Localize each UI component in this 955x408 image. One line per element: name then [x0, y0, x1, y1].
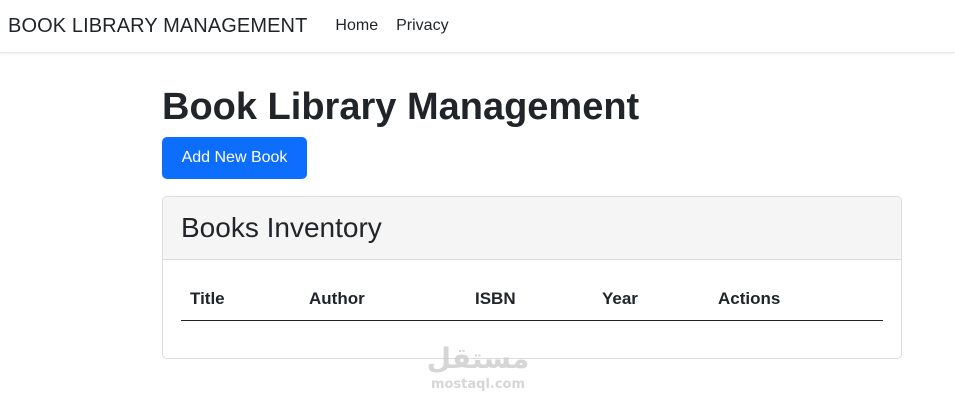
column-header-year: Year: [602, 282, 718, 321]
column-header-isbn: ISBN: [475, 282, 602, 321]
books-inventory-card: Books Inventory Title Author ISBN Year A…: [162, 196, 902, 359]
books-table: Title Author ISBN Year Actions: [181, 282, 883, 321]
table-header-row: Title Author ISBN Year Actions: [181, 282, 883, 321]
column-header-actions: Actions: [718, 282, 883, 321]
navbar-brand[interactable]: BOOK LIBRARY MANAGEMENT: [8, 15, 307, 38]
card-title: Books Inventory: [181, 212, 382, 243]
top-navbar: BOOK LIBRARY MANAGEMENT Home Privacy: [0, 0, 955, 53]
card-header: Books Inventory: [163, 197, 901, 260]
watermark-arabic: مستقل: [426, 342, 530, 375]
watermark-latin: mostaql.com: [430, 377, 526, 392]
watermark-logo: مستقل mostaql.com: [424, 340, 532, 402]
column-header-author: Author: [309, 282, 475, 321]
column-header-title: Title: [181, 282, 309, 321]
add-new-book-button[interactable]: Add New Book: [162, 137, 307, 179]
nav-link-home[interactable]: Home: [335, 17, 378, 35]
page-title: Book Library Management: [162, 86, 640, 128]
nav-link-privacy[interactable]: Privacy: [396, 17, 448, 35]
